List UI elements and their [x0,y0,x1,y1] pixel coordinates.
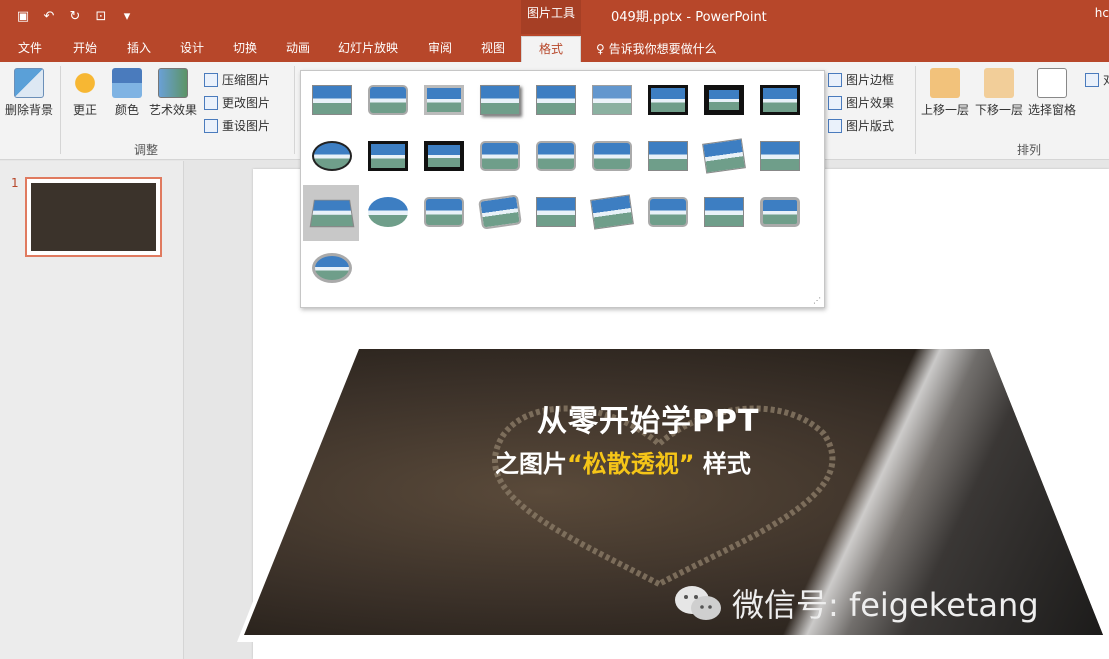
picture-style-bevel-perspective[interactable] [471,185,527,241]
color-button[interactable]: 颜色 [112,68,142,118]
tab-animations[interactable]: 动画 [281,38,315,62]
adjust-group-label: 调整 [134,143,159,157]
picture-style-rotated-white[interactable] [695,129,751,185]
picture-style-moderate-frame-black[interactable] [415,129,471,185]
send-backward-button[interactable]: 下移一层 [974,68,1024,118]
align-icon [1085,73,1099,87]
artistic-effects-icon [158,68,188,98]
picture-style-double-frame-black[interactable] [639,73,695,129]
bring-forward-icon [930,68,960,98]
tab-review[interactable]: 审阅 [423,38,457,62]
sun-icon [70,68,100,98]
slide-thumbnail-panel: 1 [0,161,184,659]
undo-icon[interactable]: ↶ [38,7,60,27]
ribbon-tabs: 文件 开始 插入 设计 切换 动画 幻灯片放映 审阅 视图 格式 [0,34,1109,62]
picture-style-soft-edge[interactable] [583,73,639,129]
gallery-resize-grip[interactable]: ⋰ [813,296,821,305]
picture-style-metal-frame[interactable] [415,73,471,129]
picture-style-simple-frame-white[interactable] [303,73,359,129]
redo-icon[interactable]: ↻ [64,7,86,27]
picture-style-bevel-rectangle[interactable] [415,185,471,241]
picture-style-relaxed-perspective[interactable] [303,185,359,241]
subtitle-suffix: 样式 [702,450,751,478]
picture-tools-label: 图片工具 [521,0,581,34]
selection-pane-button[interactable]: 选择窗格 [1027,68,1077,118]
picture-style-beveled-rectangle[interactable] [639,129,695,185]
thumbnail-image [31,183,156,251]
tell-me-box[interactable]: ♀ 告诉我你想要做什么 [596,40,717,57]
remove-background-button[interactable]: 删除背景 [3,68,55,118]
bring-forward-button[interactable]: 上移一层 [920,68,970,118]
picture-style-drop-shadow[interactable] [471,73,527,129]
align-button[interactable]: 对 [1085,70,1109,90]
tab-format[interactable]: 格式 [521,36,581,62]
title-bar: ▣ ↶ ↻ ⊡ ▾ 图片工具 049期.pptx - PowerPoint hc [0,0,1109,34]
wechat-icon [675,586,721,620]
layout-icon [828,119,842,133]
picture-style-rounded-rectangle[interactable] [695,185,751,241]
selection-pane-icon [1037,68,1067,98]
compress-pictures-button[interactable]: 压缩图片 [204,70,270,90]
corrections-button[interactable]: 更正 [68,68,102,118]
separator [60,66,61,154]
picture-style-moderate-frame-white[interactable] [583,129,639,185]
picture-style-rounded-diagonal[interactable] [471,129,527,185]
picture-style-rotated-frame[interactable] [583,185,639,241]
quick-access-toolbar: ▣ ↶ ↻ ⊡ ▾ [12,7,138,27]
picture-style-reflected-rounded[interactable] [639,185,695,241]
picture-style-metal-oval[interactable] [303,241,359,297]
picture-style-thick-matte-black[interactable] [695,73,751,129]
picture-style-reflected[interactable] [527,73,583,129]
picture-style-reflected-bevel[interactable] [527,185,583,241]
picture-style-soft-edge-oval[interactable] [359,185,415,241]
artistic-effects-button[interactable]: 艺术效果 [147,68,199,118]
wechat-watermark: 微信号: feigeketang [672,580,1039,626]
reset-picture-icon [204,119,218,133]
tab-slideshow[interactable]: 幻灯片放映 [336,38,400,62]
pencil-icon [828,73,842,87]
picture-style-perspective-shadow[interactable] [751,129,807,185]
tell-me-text: 告诉我你想要做什么 [608,42,717,56]
tab-design[interactable]: 设计 [175,38,209,62]
picture-effects-button[interactable]: 图片效果 [828,93,894,113]
remove-background-icon [14,68,44,98]
subtitle-highlight: “松散透视” [567,450,695,478]
present-icon[interactable]: ⊡ [90,7,112,27]
picture-styles-gallery: ⋰ [300,70,825,308]
arrange-group-label: 排列 [1017,143,1042,157]
reset-picture-button[interactable]: 重设图片 [204,116,270,136]
picture-style-snip-diagonal[interactable] [527,129,583,185]
customize-qat-icon[interactable]: ▾ [116,7,138,27]
send-backward-icon [984,68,1014,98]
picture-layout-button[interactable]: 图片版式 [828,116,894,136]
tab-file[interactable]: 文件 [14,38,46,62]
user-name[interactable]: hc [1095,6,1109,20]
slide-thumbnail[interactable] [25,177,162,257]
picture-style-metal-rounded[interactable] [751,185,807,241]
separator [294,66,295,154]
tab-home[interactable]: 开始 [68,38,102,62]
color-icon [112,68,142,98]
change-picture-icon [204,96,218,110]
picture-style-oval[interactable] [303,129,359,185]
tab-insert[interactable]: 插入 [122,38,156,62]
picture-style-center-shadow[interactable] [359,129,415,185]
slide-subtitle[interactable]: 之图片“松散透视” 样式 [495,444,751,479]
picture-style-beveled-matte[interactable] [359,73,415,129]
effects-icon [828,96,842,110]
watermark-text: 微信号: feigeketang [732,586,1039,624]
lightbulb-icon: ♀ [596,42,605,56]
picture-border-button[interactable]: 图片边框 [828,70,894,90]
slide-number: 1 [11,176,19,190]
subtitle-prefix: 之图片 [495,450,567,478]
picture-style-simple-frame-black[interactable] [751,73,807,129]
tab-view[interactable]: 视图 [476,38,510,62]
document-title: 049期.pptx - PowerPoint [611,10,767,25]
separator [915,66,916,154]
change-picture-button[interactable]: 更改图片 [204,93,270,113]
slide-title[interactable]: 从零开始学PPT [537,396,759,440]
save-icon[interactable]: ▣ [12,7,34,27]
compress-icon [204,73,218,87]
tab-transitions[interactable]: 切换 [228,38,262,62]
